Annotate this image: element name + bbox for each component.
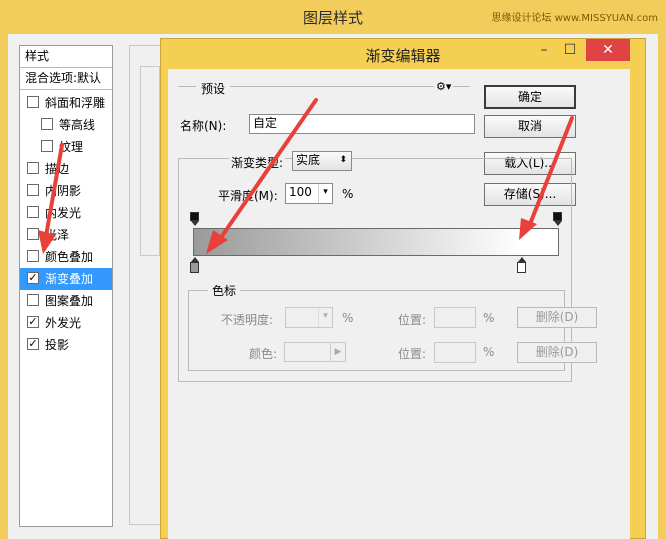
annotation-arrow-left-stop: [220, 98, 318, 238]
annotation-arrow-list: [44, 143, 64, 238]
annotation-arrows: [38, 98, 574, 254]
annotation-arrowhead: [38, 230, 56, 254]
annotation-arrowhead: [519, 218, 537, 240]
annotation-arrow-right-stop: [528, 116, 574, 226]
